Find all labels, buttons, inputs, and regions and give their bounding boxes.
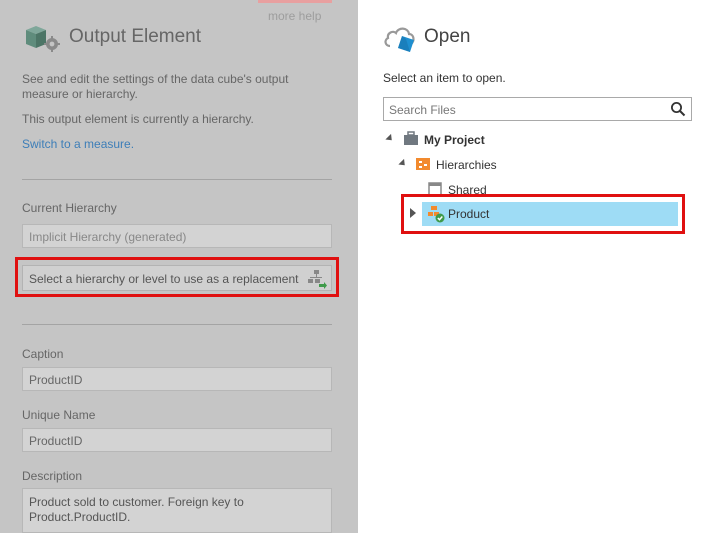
search-icon[interactable] [670, 101, 686, 117]
cloud-open-icon [384, 27, 415, 52]
dialog-title: Open [424, 26, 471, 47]
unique-name-label: Unique Name [22, 408, 96, 422]
panel-title: Output Element [69, 26, 202, 47]
highlight-box [401, 194, 685, 234]
tree-item-label: My Project [424, 133, 485, 147]
search-box [383, 97, 692, 122]
divider [22, 179, 332, 180]
divider [22, 324, 332, 325]
description-field[interactable]: Product sold to customer. Foreign key to… [22, 488, 332, 533]
dialog-subtitle: Select an item to open. [383, 71, 506, 85]
panel-status-text: This output element is currently a hiera… [22, 112, 254, 126]
hierarchies-folder-icon [416, 158, 430, 170]
description-label: Description [22, 469, 83, 483]
switch-to-measure-link[interactable]: Switch to a measure. [22, 137, 134, 151]
top-accent-bar [258, 0, 332, 3]
more-help-link[interactable]: more help [268, 9, 321, 23]
highlight-box [15, 257, 339, 297]
tree-item-label: Hierarchies [436, 158, 497, 172]
caption-label: Caption [22, 347, 64, 361]
project-briefcase-icon [404, 131, 418, 145]
panel-description: See and edit the settings of the data cu… [22, 72, 289, 101]
data-cube-settings-icon [26, 26, 60, 52]
current-hierarchy-field: Implicit Hierarchy (generated) [22, 224, 332, 248]
current-hierarchy-label: Current Hierarchy [22, 201, 117, 215]
search-input[interactable] [384, 98, 664, 122]
unique-name-field[interactable]: ProductID [22, 428, 332, 452]
caption-field[interactable]: ProductID [22, 367, 332, 391]
